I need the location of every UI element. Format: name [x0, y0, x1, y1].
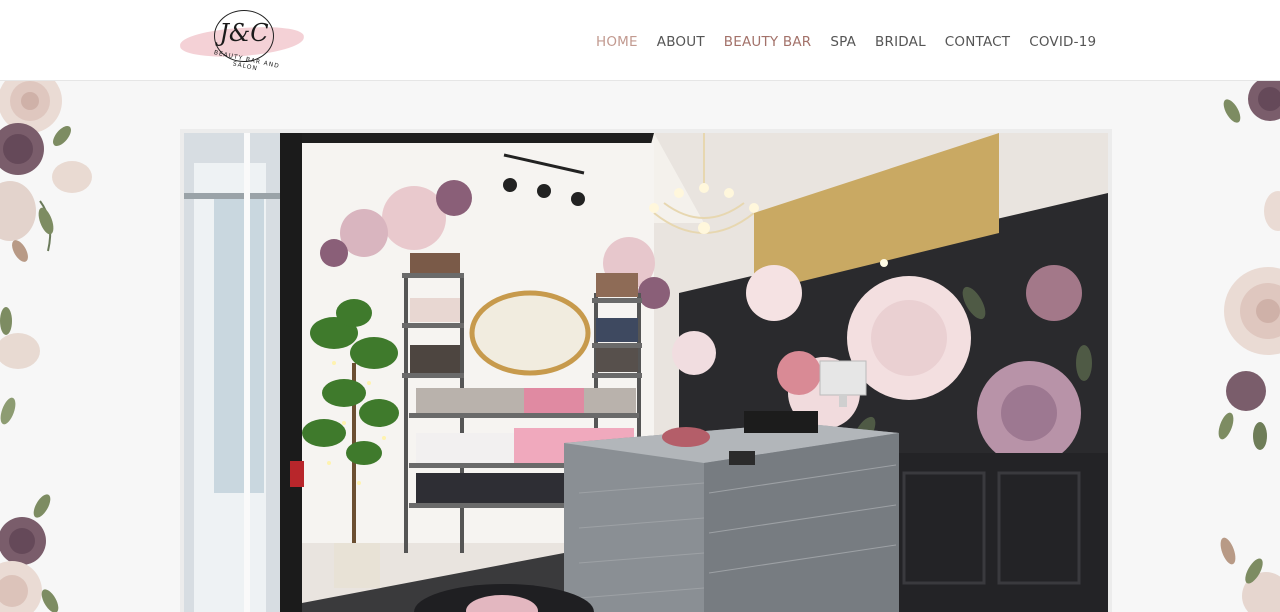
site-header: J&C BEAUTY BAR AND SALON HOME ABOUT BEAU… [0, 0, 1280, 81]
nav-about[interactable]: ABOUT [657, 34, 705, 50]
right-floral-decoration [1200, 81, 1280, 612]
nav-contact[interactable]: CONTACT [945, 34, 1010, 50]
nav-beauty-bar[interactable]: BEAUTY BAR [724, 34, 812, 50]
left-floral-decoration [0, 81, 100, 612]
site-logo[interactable]: J&C BEAUTY BAR AND SALON [178, 6, 306, 72]
salon-interior-photo [184, 133, 1108, 612]
nav-bridal[interactable]: BRIDAL [875, 34, 926, 50]
nav-spa[interactable]: SPA [830, 34, 856, 50]
nav-home[interactable]: HOME [596, 34, 638, 50]
main-nav: HOME ABOUT BEAUTY BAR SPA BRIDAL CONTACT… [596, 33, 1096, 51]
rose-icon [1248, 81, 1280, 121]
logo-monogram: J&C [219, 19, 269, 47]
hero-photo-frame [180, 129, 1112, 612]
rose-icon [1224, 267, 1280, 355]
nav-covid-19[interactable]: COVID-19 [1029, 34, 1096, 50]
rose-icon [0, 517, 46, 565]
